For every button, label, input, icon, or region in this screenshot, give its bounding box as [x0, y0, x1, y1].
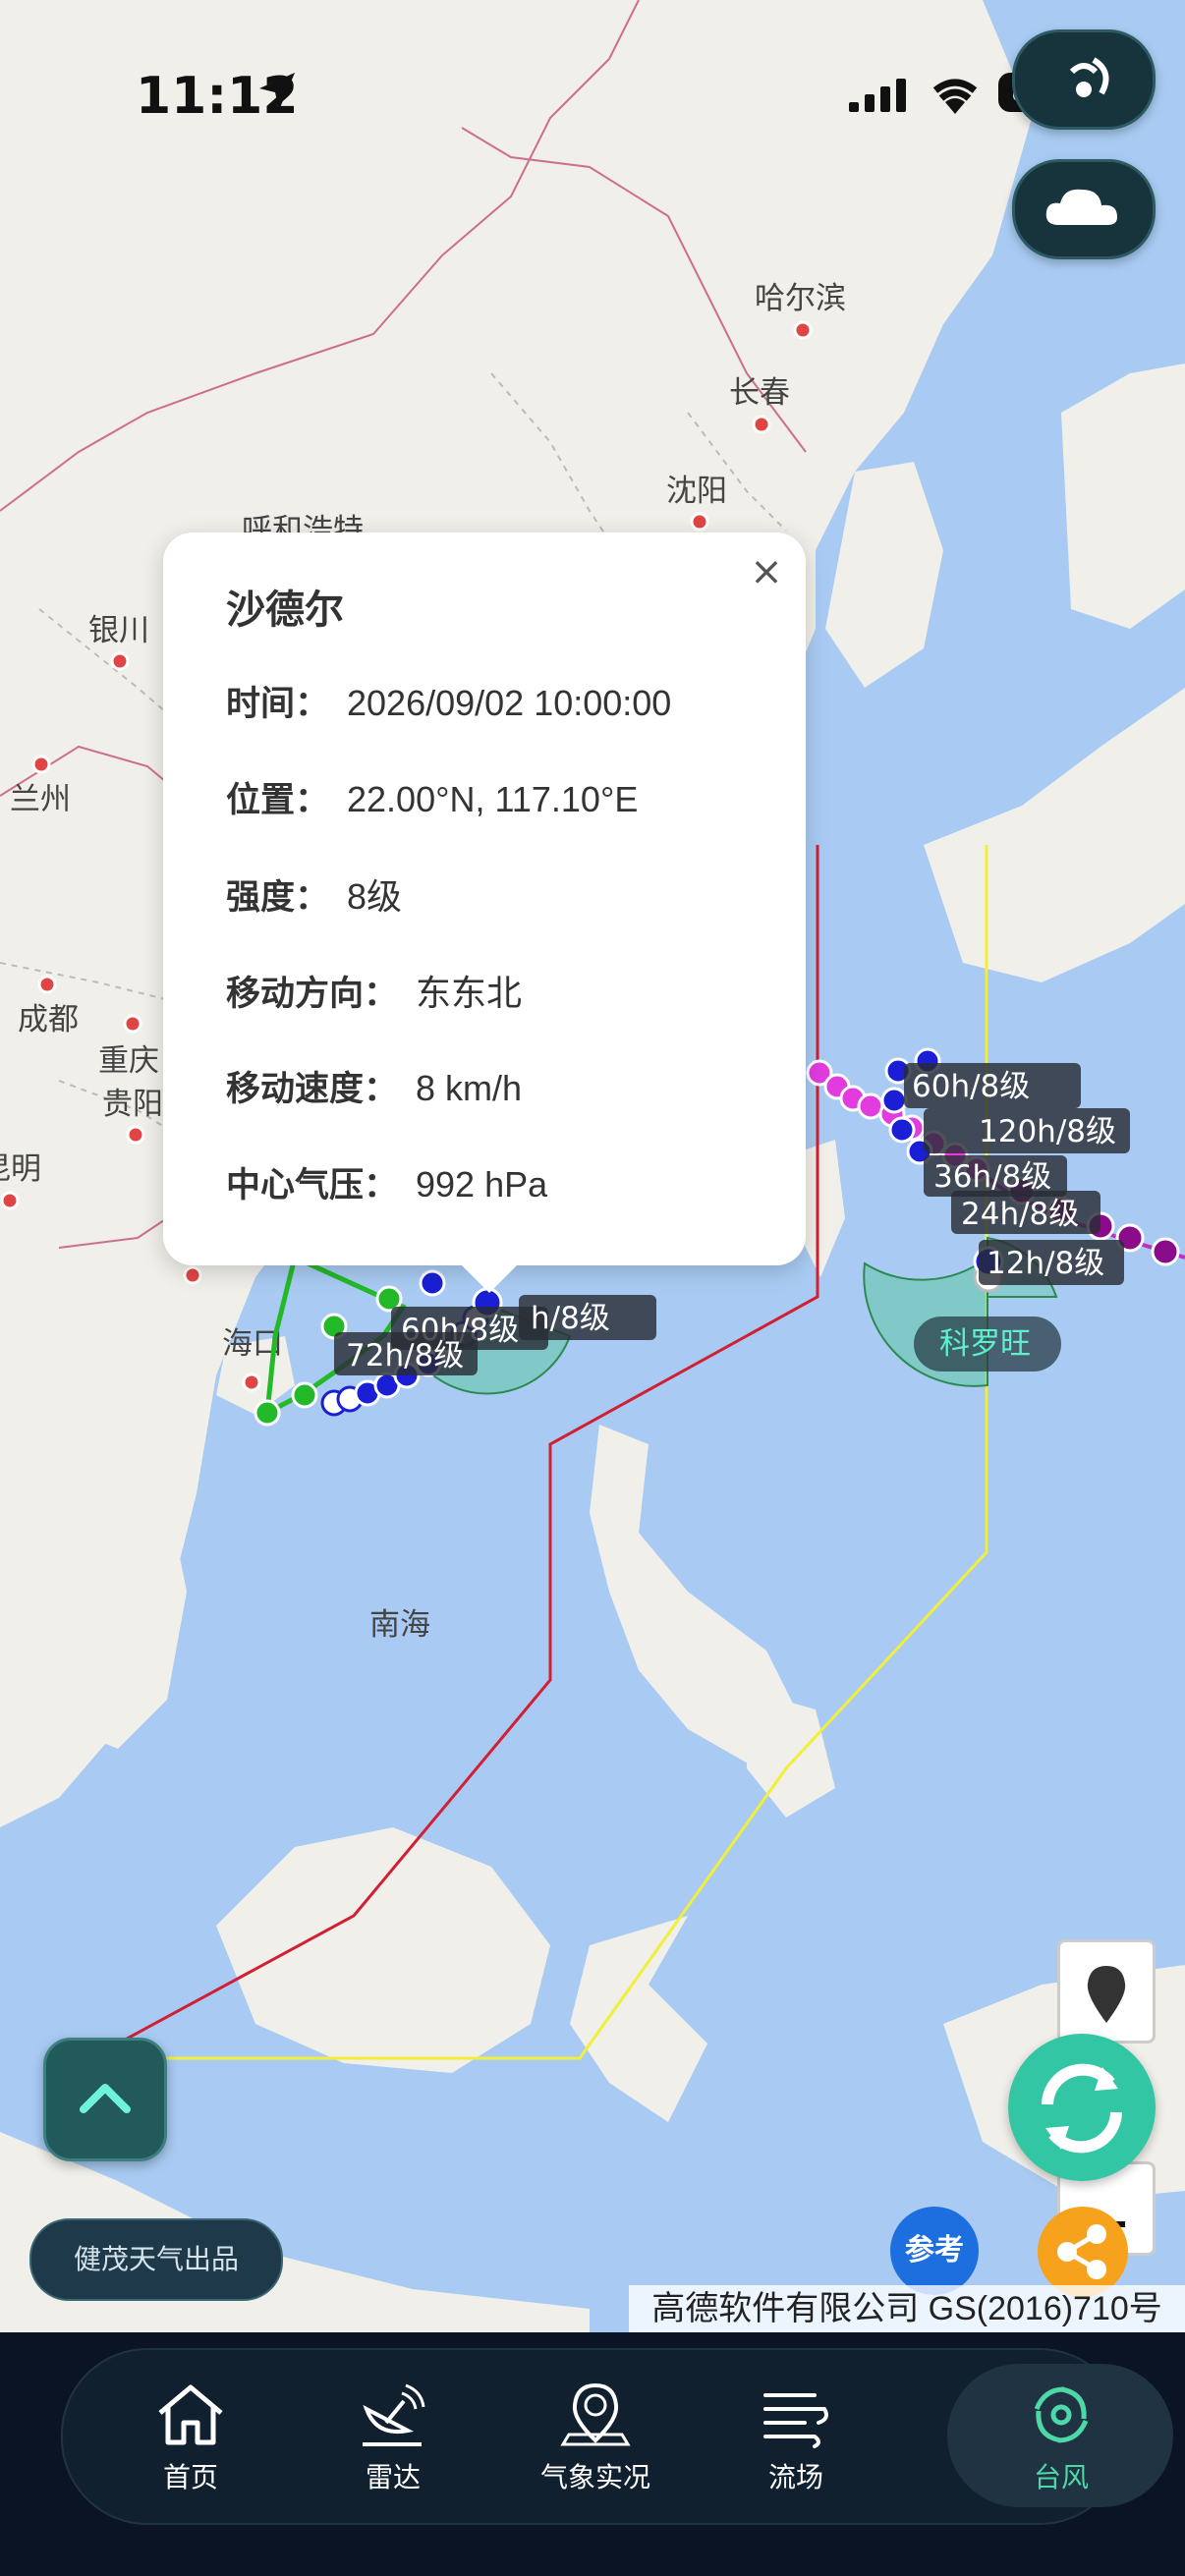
location-arrow-icon — [259, 73, 295, 110]
bottom-nav: 首页 雷达 气象实况 流场 台风 — [0, 2332, 1185, 2576]
track-label-west-72h: 72h/8级 — [346, 1338, 464, 1373]
refresh-button[interactable] — [1008, 2034, 1156, 2181]
map-label-yinchuan: 银川 — [88, 613, 149, 648]
nav-label-typhoon: 台风 — [1033, 2461, 1089, 2493]
track-label-120h: 120h/8级 — [979, 1114, 1116, 1149]
map-label-chongqing: 重庆 — [98, 1043, 159, 1079]
cellular-signal-icon — [849, 79, 906, 112]
map-label-lanzhou: 兰州 — [10, 782, 71, 817]
refresh-icon — [1042, 2063, 1122, 2154]
typhoon-name-kluo: 科罗旺 — [939, 1326, 1031, 1362]
typhoon-info-popup: × 沙德尔 时间： 2026/09/02 10:00:00 位置： 22.00°N,… — [163, 532, 806, 1293]
share-button[interactable] — [1038, 2207, 1128, 2297]
map-label-harbin: 哈尔滨 — [755, 281, 846, 316]
track-label-24h: 24h/8级 — [961, 1197, 1079, 1232]
map-label-chengdu: 成都 — [18, 1002, 79, 1037]
wind-flow-icon — [763, 2393, 828, 2448]
nav-item-weather[interactable]: 气象实况 — [527, 2380, 664, 2495]
bottom-nav-bar: 首页 雷达 气象实况 流场 台风 — [61, 2348, 1173, 2525]
location-pin-icon — [1087, 1966, 1126, 2023]
nav-item-radar[interactable]: 雷达 — [324, 2380, 462, 2495]
map-label-south-sea: 南海 — [369, 1607, 430, 1643]
track-label-60h: 60h/8级 — [912, 1069, 1030, 1104]
expand-up-button[interactable] — [43, 2038, 167, 2161]
locate-button[interactable] — [1057, 1939, 1156, 2044]
wifi-icon — [932, 79, 978, 114]
popup-row-position: 位置： 22.00°N, 117.10°E — [226, 779, 639, 820]
reference-button[interactable]: 参考 — [890, 2207, 979, 2295]
nav-label-home: 首页 — [162, 2461, 218, 2493]
nav-label-weather: 气象实况 — [539, 2461, 650, 2493]
home-icon — [158, 2384, 223, 2445]
nav-label-flow: 流场 — [767, 2461, 823, 2493]
popup-row-direction: 移动方向： 东东北 — [226, 973, 523, 1014]
popup-row-intensity: 强度： 8级 — [226, 876, 403, 918]
map-label-guiyang: 贵阳 — [102, 1087, 163, 1122]
share-icon — [1057, 2224, 1106, 2279]
radar-icon — [363, 2383, 425, 2446]
map-label-kunming: 昆明 — [0, 1151, 41, 1187]
chevron-up-icon — [80, 2084, 131, 2113]
nav-item-typhoon[interactable]: 台风 — [992, 2380, 1130, 2495]
nav-label-radar: 雷达 — [365, 2461, 421, 2493]
map-label-changchun: 长春 — [729, 375, 790, 411]
popup-row-speed: 移动速度： 8 km/h — [226, 1068, 523, 1109]
map-copyright: 高德软件有限公司 GS(2016)710号 — [629, 2285, 1185, 2332]
weather-station-icon — [560, 2382, 631, 2446]
broadcast-button[interactable] — [1012, 29, 1156, 130]
credit-badge: 健茂天气出品 — [29, 2218, 283, 2301]
track-label-west-h8: h/8级 — [531, 1301, 610, 1336]
track-label-12h: 12h/8级 — [987, 1246, 1104, 1281]
popup-row-time: 时间： 2026/09/02 10:00:00 — [226, 683, 672, 724]
close-icon[interactable]: × — [747, 552, 786, 591]
broadcast-icon — [1069, 57, 1109, 97]
map-label-shenyang: 沈阳 — [666, 474, 727, 509]
status-bar: 11:12 85 — [0, 0, 1185, 196]
nav-item-flow[interactable]: 流场 — [727, 2380, 865, 2495]
nav-item-home[interactable]: 首页 — [122, 2380, 259, 2495]
typhoon-icon — [1034, 2386, 1089, 2443]
popup-typhoon-name: 沙德尔 — [226, 588, 344, 633]
cloud-icon — [1045, 189, 1117, 225]
track-label-36h: 36h/8级 — [933, 1159, 1051, 1195]
popup-row-pressure: 中心气压： 992 hPa — [226, 1164, 548, 1205]
cloud-layer-button[interactable] — [1012, 159, 1156, 259]
